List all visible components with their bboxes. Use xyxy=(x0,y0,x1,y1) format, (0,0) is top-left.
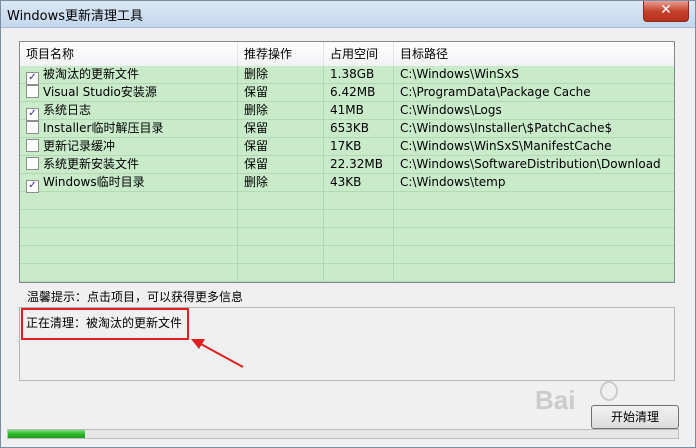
cell-name: Visual Studio安装源 xyxy=(20,84,238,102)
cell-size: 17KB xyxy=(324,138,394,156)
cell-path: C:\Windows\WinSxS\ManifestCache xyxy=(400,139,612,153)
title-bar[interactable]: Windows更新清理工具 ✕ xyxy=(1,1,695,28)
cell-name: ✓ 系统日志 xyxy=(20,102,238,121)
start-cleanup-button[interactable]: 开始清理 xyxy=(591,405,679,429)
row-checkbox[interactable] xyxy=(26,121,39,134)
cleanup-items-list[interactable]: 项目名称 推荐操作 占用空间 目标路径 ✓ 被淘汰的更新文件 删除 1.38GB C:\… xyxy=(19,41,675,283)
cell-size: 6.42MB xyxy=(324,84,394,102)
cell-name-label: 更新记录缓冲 xyxy=(43,139,116,153)
column-header-name[interactable]: 项目名称 xyxy=(20,42,238,66)
progress-bar xyxy=(7,429,679,439)
cell-size: 41MB xyxy=(324,102,394,120)
table-row[interactable]: 更新记录缓冲 保留 17KB C:\Windows\WinSxS\ManifestCa… xyxy=(20,138,674,156)
cell-size: 653KB xyxy=(324,120,394,138)
cell-action: 保留 xyxy=(238,138,324,156)
list-header: 项目名称 推荐操作 占用空间 目标路径 xyxy=(20,42,674,67)
cell-name-label: Installer临时解压目录 xyxy=(43,121,164,135)
column-header-path[interactable]: 目标路径 xyxy=(394,42,674,66)
row-checkbox[interactable] xyxy=(26,85,39,98)
table-row xyxy=(20,246,674,264)
close-icon: ✕ xyxy=(660,2,672,18)
table-row[interactable]: ✓ 系统日志 删除 41MB C:\Windows\Logs xyxy=(20,102,674,121)
cell-action: 保留 xyxy=(238,156,324,174)
column-header-action[interactable]: 推荐操作 xyxy=(238,42,324,66)
table-row[interactable]: ✓ Windows临时目录 删除 43KB C:\Windows\temp xyxy=(20,174,674,193)
cell-path: C:\Windows\temp xyxy=(400,175,506,189)
cell-action: 保留 xyxy=(238,120,324,138)
cell-name-label: Windows临时目录 xyxy=(43,175,145,189)
cell-action: 保留 xyxy=(238,84,324,102)
cell-path: C:\Windows\Logs xyxy=(400,103,502,117)
row-checkbox[interactable] xyxy=(26,157,39,170)
cell-name: 系统更新安装文件 xyxy=(20,156,238,174)
table-row[interactable]: 系统更新安装文件 保留 22.32MB C:\Windows\SoftwareDist… xyxy=(20,156,674,174)
cell-size: 1.38GB xyxy=(324,66,394,84)
hint-text: 温馨提示：点击项目，可以获得更多信息 xyxy=(27,290,244,304)
cell-name-label: 系统更新安装文件 xyxy=(43,157,140,171)
row-checkbox[interactable] xyxy=(26,139,39,152)
cell-size: 43KB xyxy=(324,174,394,192)
cell-name: ✓ Windows临时目录 xyxy=(20,174,238,193)
table-row xyxy=(20,192,674,210)
column-header-size[interactable]: 占用空间 xyxy=(324,42,394,66)
cell-name-label: 被淘汰的更新文件 xyxy=(43,67,140,81)
list-body: ✓ 被淘汰的更新文件 删除 1.38GB C:\Windows\WinSxS Visual… xyxy=(20,66,674,282)
table-row xyxy=(20,264,674,282)
table-row[interactable]: ✓ 被淘汰的更新文件 删除 1.38GB C:\Windows\WinSxS xyxy=(20,66,674,85)
cell-name: 更新记录缓冲 xyxy=(20,138,238,156)
annotation-arrow-icon xyxy=(191,339,244,368)
cell-action: 删除 xyxy=(238,66,324,84)
cell-path: C:\Windows\SoftwareDistribution\Download xyxy=(400,157,661,171)
cell-path: C:\Windows\Installer\$PatchCache$ xyxy=(400,121,613,135)
cell-action: 删除 xyxy=(238,102,324,120)
cell-path: C:\Windows\WinSxS xyxy=(400,67,519,81)
cell-name-label: Visual Studio安装源 xyxy=(43,85,157,99)
progress-fill xyxy=(8,430,86,438)
close-button[interactable]: ✕ xyxy=(643,1,689,22)
table-row[interactable]: Visual Studio安装源 保留 6.42MB C:\ProgramData\P… xyxy=(20,84,674,102)
cell-size: 22.32MB xyxy=(324,156,394,174)
cell-name: Installer临时解压目录 xyxy=(20,120,238,138)
svg-text:Bai: Bai xyxy=(535,385,575,415)
window-title: Windows更新清理工具 xyxy=(7,9,144,24)
cell-name: ✓ 被淘汰的更新文件 xyxy=(20,66,238,85)
app-window: Windows更新清理工具 ✕ 项目名称 推荐操作 占用空间 目标路径 ✓ 被淘汰… xyxy=(0,0,696,448)
table-row xyxy=(20,210,674,228)
table-row[interactable]: Installer临时解压目录 保留 653KB C:\Windows\Install… xyxy=(20,120,674,138)
cell-action: 删除 xyxy=(238,174,324,192)
cell-name-label: 系统日志 xyxy=(43,103,92,117)
annotation-highlight-box xyxy=(21,308,189,340)
table-row xyxy=(20,228,674,246)
cell-path: C:\ProgramData\Package Cache xyxy=(400,85,591,99)
